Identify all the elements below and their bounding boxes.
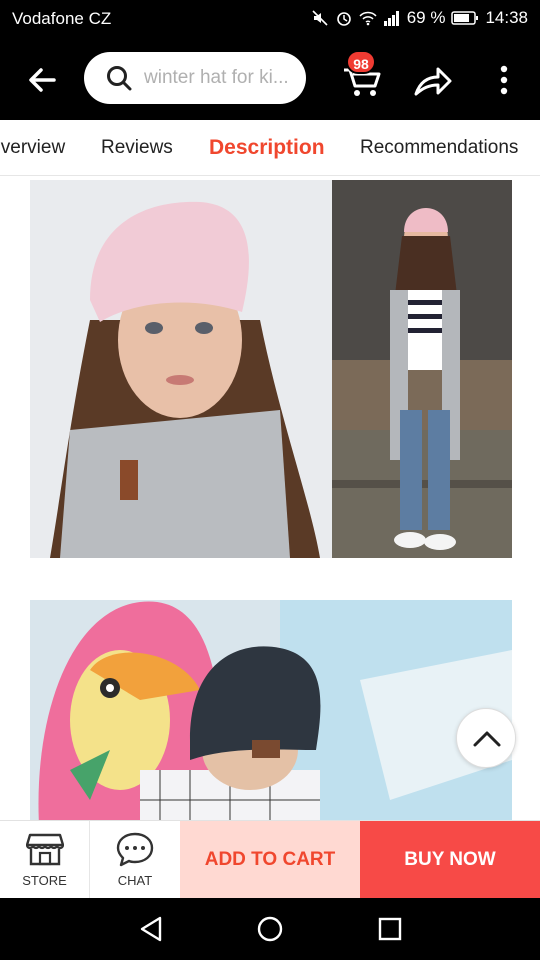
signal-icon	[383, 11, 399, 26]
tab-description[interactable]: Description	[209, 136, 325, 160]
app-header: winter hat for ki... 98	[0, 38, 540, 120]
carrier-name: Vodafone CZ	[12, 9, 112, 28]
tab-reviews[interactable]: Reviews	[101, 137, 173, 159]
store-label: STORE	[22, 873, 67, 888]
chevron-up-icon	[473, 731, 501, 747]
search-icon	[107, 66, 132, 91]
add-to-cart-button[interactable]: ADD TO CART	[180, 821, 360, 899]
product-photo-pink-beanie	[30, 180, 512, 558]
alarm-icon	[336, 12, 351, 26]
nav-recents-icon[interactable]	[373, 912, 407, 946]
cart-count-badge: 98	[346, 50, 376, 74]
search-input[interactable]: winter hat for ki...	[84, 52, 306, 104]
chat-label: CHAT	[117, 873, 153, 888]
status-bar: Vodafone CZ 69 % 14:38	[0, 0, 540, 38]
battery-icon	[451, 11, 479, 25]
bottom-action-bar: STORE CHAT ADD TO CART BUY NOW	[0, 820, 540, 899]
share-icon[interactable]	[410, 60, 454, 100]
system-nav-bar	[0, 898, 540, 960]
product-photo-grey-beanie	[30, 600, 512, 820]
chat-icon	[116, 832, 154, 867]
chat-button[interactable]: CHAT	[90, 821, 180, 899]
mute-icon	[312, 10, 328, 26]
tab-overview[interactable]: Overview	[0, 137, 65, 159]
scroll-to-top-button[interactable]	[456, 708, 516, 768]
status-icons: 69 % 14:38	[311, 8, 528, 28]
more-options-icon[interactable]	[494, 64, 514, 96]
product-tabs: Overview Reviews Description Recommendat…	[0, 120, 540, 176]
clock: 14:38	[485, 8, 528, 27]
battery-percent: 69 %	[406, 8, 446, 27]
buy-now-button[interactable]: BUY NOW	[360, 821, 540, 899]
nav-back-icon[interactable]	[134, 912, 168, 946]
wifi-icon	[359, 11, 377, 26]
search-query: winter hat for ki...	[144, 67, 289, 88]
store-icon	[25, 833, 64, 866]
nav-home-icon[interactable]	[253, 912, 287, 946]
description-content	[0, 176, 540, 820]
tab-recommendations[interactable]: Recommendations	[360, 137, 518, 159]
back-arrow-icon[interactable]	[22, 60, 62, 100]
store-button[interactable]: STORE	[0, 821, 90, 899]
